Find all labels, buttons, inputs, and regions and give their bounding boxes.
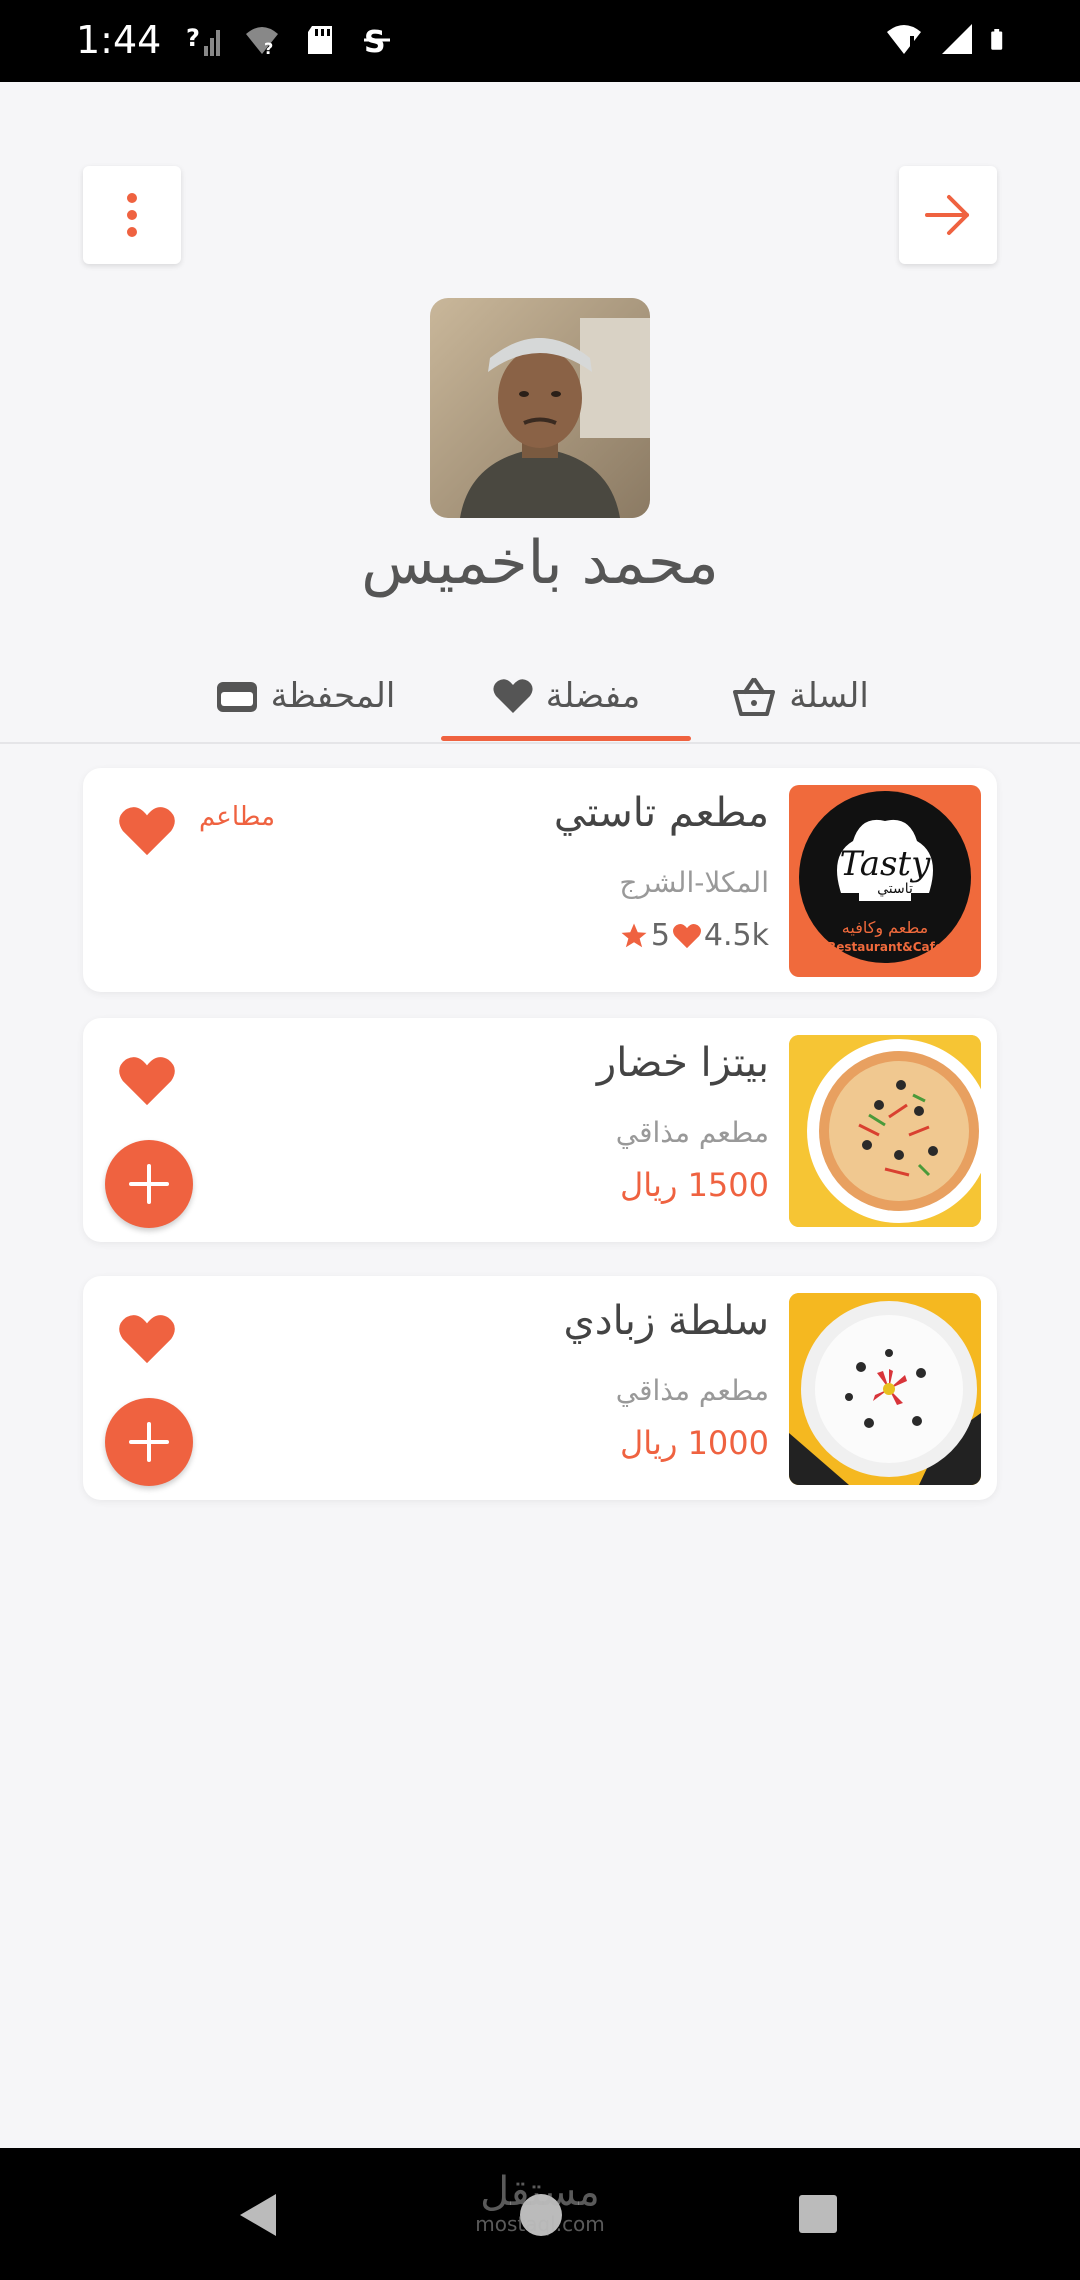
favorite-location: المكلا-الشرج (619, 866, 769, 899)
status-bar: 1:44 ? ? S (0, 0, 1080, 82)
back-icon[interactable] (236, 2192, 280, 2238)
forward-button[interactable] (899, 166, 997, 264)
battery-icon (991, 29, 1003, 50)
logo-caption-en: Restaurant&Cafe (827, 940, 943, 954)
menu-button[interactable] (83, 166, 181, 264)
favorite-price: 1500 ريال (620, 1166, 769, 1204)
tab-favorites-label: مفضلة (545, 676, 641, 716)
favorite-title: سلطة زبادي (563, 1298, 770, 1344)
more-vert-icon (127, 193, 137, 237)
recents-icon[interactable] (798, 2194, 838, 2234)
favorite-card-item[interactable]: سلطة زبادي مطعم مذاقي 1000 ريال (83, 1276, 997, 1500)
restaurant-logo: Tasty تاستي مطعم وكافيه Restaurant&Cafe (789, 785, 981, 977)
arrow-right-icon (925, 195, 969, 235)
favorite-title: مطعم تاستي (553, 790, 769, 836)
item-image (789, 1035, 981, 1227)
tab-cart[interactable]: السلة (700, 650, 900, 742)
system-nav-bar: مستقل mostaql.com (0, 2148, 1080, 2280)
likes-heart-icon (672, 923, 701, 948)
watermark-ar: مستقل (480, 2169, 600, 2215)
plus-icon (129, 1164, 169, 1204)
add-to-cart-button[interactable] (105, 1398, 193, 1486)
favorite-title: بيتزا خضار (596, 1040, 769, 1086)
rating-row: 5 4.5k (619, 918, 769, 953)
wifi-icon (887, 25, 921, 54)
tab-wallet[interactable]: المحفظة (190, 650, 420, 742)
add-to-cart-button[interactable] (105, 1140, 193, 1228)
basket-icon (733, 678, 776, 716)
favorite-card-restaurant[interactable]: Tasty تاستي مطعم وكافيه Restaurant&Cafe … (83, 768, 997, 992)
sd-card-icon (308, 26, 332, 54)
favorite-heart-icon[interactable] (117, 1054, 177, 1108)
wifi-unknown-icon: ? (246, 27, 278, 58)
avatar[interactable] (430, 298, 650, 518)
svg-text:?: ? (186, 24, 200, 52)
item-image (789, 1293, 981, 1485)
active-tab-indicator (441, 736, 691, 741)
avatar-photo (430, 298, 650, 518)
watermark-logo: مستقل mostaql.com (470, 2172, 610, 2236)
favorite-price: 1000 ريال (620, 1424, 769, 1462)
favorite-restaurant: مطعم مذاقي (615, 1374, 769, 1407)
plus-icon (129, 1422, 169, 1462)
svg-text:?: ? (264, 39, 273, 58)
favorite-heart-icon[interactable] (117, 804, 177, 858)
rating-value: 5 (650, 918, 670, 953)
logo-text-ar: تاستي (877, 881, 913, 897)
signal-unknown-icon: ? (186, 24, 220, 56)
star-icon (621, 923, 647, 947)
tab-cart-label: السلة (789, 676, 869, 716)
profile-tabs: المحفظة مفضلة السلة (0, 650, 1080, 744)
svg-text:S: S (364, 25, 386, 60)
tab-favorites[interactable]: مفضلة (441, 650, 691, 742)
cell-signal-icon (942, 24, 972, 54)
status-time: 1:44 (76, 18, 162, 62)
wallet-icon (216, 682, 257, 712)
likes-count: 4.5k (703, 918, 769, 953)
heart-icon (493, 679, 533, 713)
favorite-heart-icon[interactable] (117, 1312, 177, 1366)
sync-icon: S (364, 25, 390, 60)
category-tag: مطاعم (199, 802, 275, 832)
favorite-restaurant: مطعم مذاقي (615, 1116, 769, 1149)
profile-name: محمد باخميس (361, 528, 719, 598)
tab-wallet-label: المحفظة (270, 676, 396, 716)
logo-caption-ar: مطعم وكافيه (842, 918, 928, 938)
favorite-card-item[interactable]: بيتزا خضار مطعم مذاقي 1500 ريال (83, 1018, 997, 1242)
logo-text: Tasty (840, 844, 931, 884)
watermark-en: mostaql.com (475, 2212, 605, 2236)
